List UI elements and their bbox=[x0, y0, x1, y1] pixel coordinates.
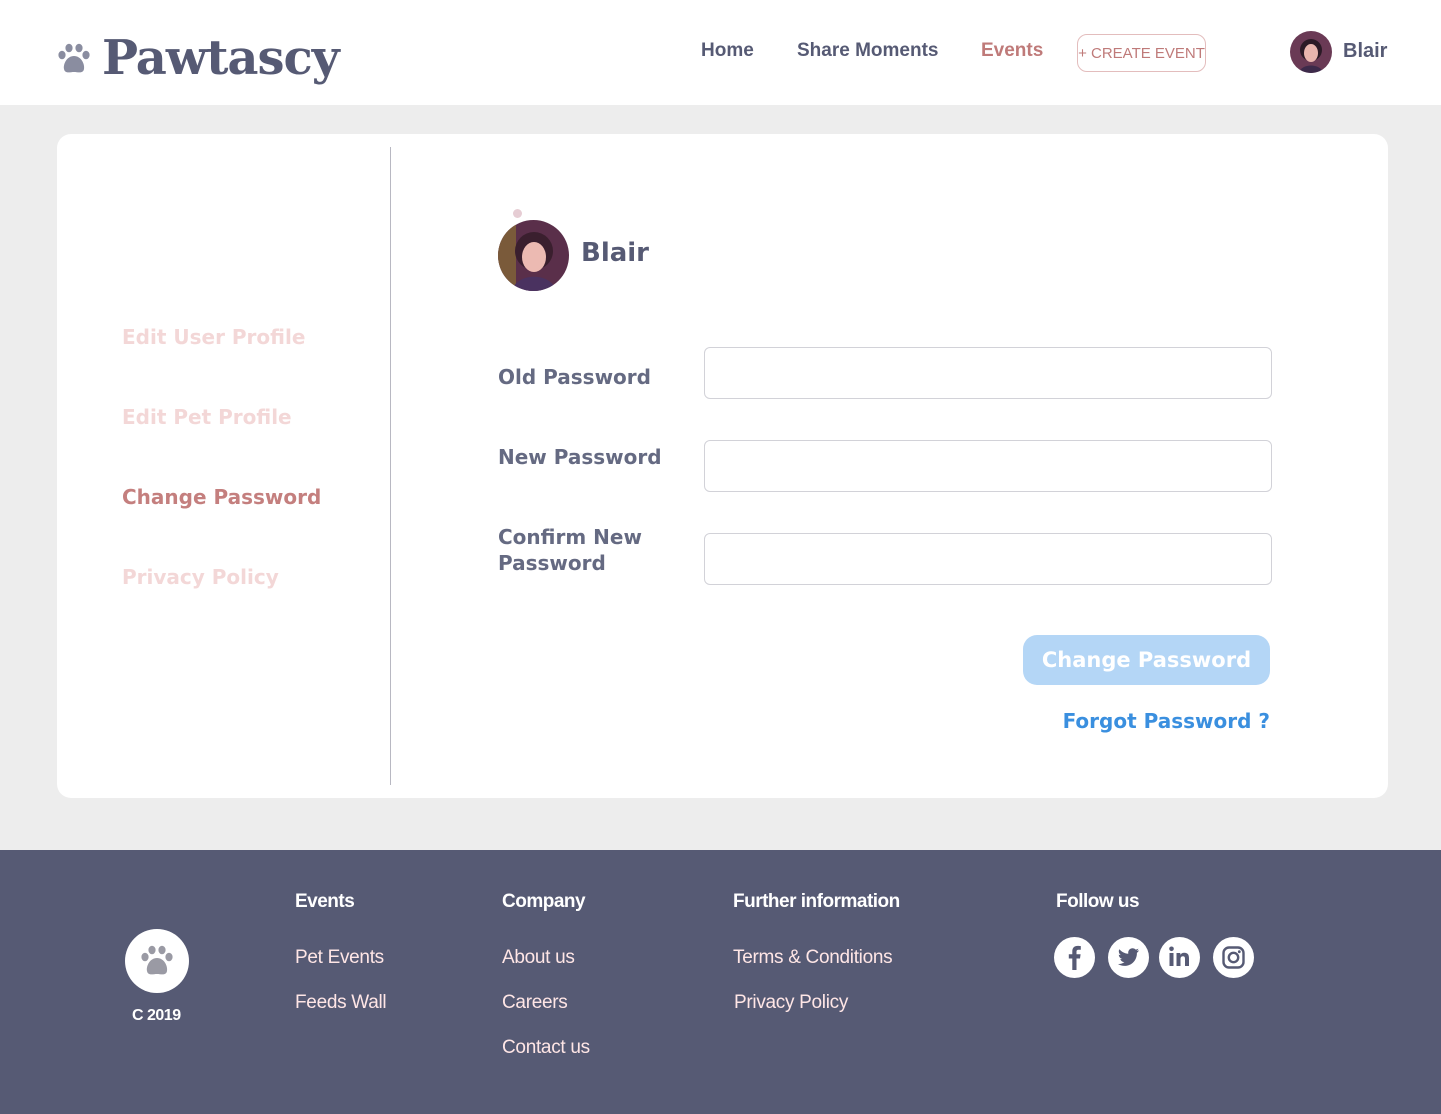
new-password-label: New Password bbox=[498, 445, 662, 469]
footer-heading-follow-us: Follow us bbox=[1056, 891, 1140, 912]
footer-link-feeds-wall[interactable]: Feeds Wall bbox=[295, 992, 387, 1014]
forgot-password-link[interactable]: Forgot Password ? bbox=[1063, 709, 1270, 733]
footer-link-pet-events[interactable]: Pet Events bbox=[295, 947, 384, 969]
confirm-password-label: Confirm New Password bbox=[498, 525, 642, 575]
settings-card: Edit User Profile Edit Pet Profile Chang… bbox=[57, 134, 1388, 798]
confirm-password-input[interactable] bbox=[704, 533, 1272, 585]
instagram-icon[interactable] bbox=[1213, 937, 1254, 978]
avatar[interactable] bbox=[1290, 31, 1332, 73]
sidebar-item-edit-user-profile[interactable]: Edit User Profile bbox=[122, 325, 305, 349]
profile-name: Blair bbox=[581, 238, 650, 268]
footer-heading-further-information: Further information bbox=[733, 891, 900, 912]
header-user-name[interactable]: Blair bbox=[1343, 40, 1387, 63]
paw-icon bbox=[141, 945, 173, 975]
footer-heading-company: Company bbox=[502, 891, 586, 912]
sidebar-item-privacy-policy[interactable]: Privacy Policy bbox=[122, 565, 279, 589]
sidebar-item-change-password[interactable]: Change Password bbox=[122, 485, 321, 509]
nav-share-moments[interactable]: Share Moments bbox=[797, 40, 938, 62]
change-password-button[interactable]: Change Password bbox=[1023, 635, 1270, 685]
user-photo bbox=[1290, 31, 1332, 73]
twitter-icon[interactable] bbox=[1108, 937, 1149, 978]
sidebar-item-edit-pet-profile[interactable]: Edit Pet Profile bbox=[122, 405, 292, 429]
footer-heading-events: Events bbox=[295, 891, 355, 912]
old-password-label: Old Password bbox=[498, 365, 651, 389]
facebook-icon[interactable] bbox=[1054, 937, 1095, 978]
create-event-button[interactable]: + CREATE EVENT bbox=[1077, 34, 1206, 72]
footer-link-contact-us[interactable]: Contact us bbox=[502, 1037, 590, 1059]
footer-logo[interactable] bbox=[125, 929, 189, 993]
status-dot bbox=[513, 209, 522, 218]
site-footer: C 2019 Events Pet Events Feeds Wall Comp… bbox=[0, 850, 1441, 1114]
footer-link-careers[interactable]: Careers bbox=[502, 992, 568, 1014]
paw-icon bbox=[58, 43, 90, 73]
brand-name: Pawtascy bbox=[102, 30, 340, 86]
new-password-input[interactable] bbox=[704, 440, 1272, 492]
brand-logo[interactable]: Pawtascy bbox=[56, 30, 340, 86]
sidebar-divider bbox=[390, 147, 391, 785]
old-password-input[interactable] bbox=[704, 347, 1272, 399]
profile-photo bbox=[498, 220, 569, 291]
nav-home[interactable]: Home bbox=[701, 40, 754, 62]
copyright: C 2019 bbox=[132, 1007, 181, 1024]
profile-avatar bbox=[498, 220, 569, 291]
linkedin-icon[interactable] bbox=[1159, 937, 1200, 978]
footer-link-privacy-policy[interactable]: Privacy Policy bbox=[734, 992, 848, 1014]
site-header: Pawtascy Home Share Moments Events + CRE… bbox=[0, 0, 1441, 105]
nav-events[interactable]: Events bbox=[981, 40, 1043, 62]
footer-link-terms[interactable]: Terms & Conditions bbox=[733, 947, 893, 969]
footer-link-about-us[interactable]: About us bbox=[502, 947, 575, 969]
